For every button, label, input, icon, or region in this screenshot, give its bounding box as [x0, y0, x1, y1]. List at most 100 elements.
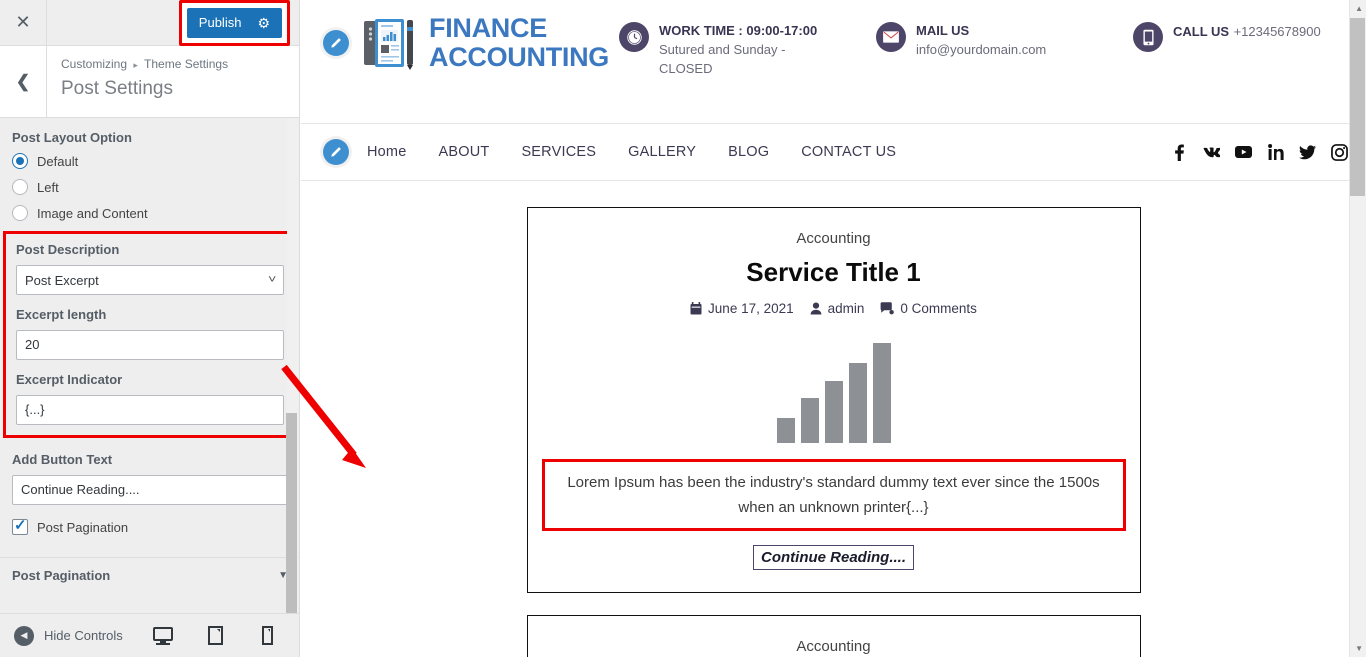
site-preview: FINANCE ACCOUNTING WORK TIME : 09:00-17:…	[301, 0, 1366, 657]
nav-item-gallery[interactable]: GALLERY	[628, 144, 696, 160]
breadcrumb-separator-icon: ▸	[133, 60, 138, 70]
nav-item-about[interactable]: ABOUT	[438, 144, 489, 160]
mail-us-info: MAIL US info@yourdomain.com	[876, 22, 1091, 78]
linkedin-icon[interactable]	[1267, 144, 1284, 161]
breadcrumb-root[interactable]: Customizing	[61, 57, 127, 71]
continue-reading-button[interactable]: Continue Reading....	[753, 545, 914, 570]
page-title: Post Settings	[61, 78, 173, 99]
post-author: admin	[810, 301, 864, 316]
checkbox-icon[interactable]	[12, 516, 28, 535]
excerpt-indicator-label: Excerpt Indicator	[16, 372, 123, 387]
customizer-sidebar: ✕ Publish ⚙ ❮ Customizing ▸ Theme Settin…	[0, 0, 300, 657]
radio-left-icon[interactable]	[12, 179, 28, 195]
excerpt-length-input[interactable]: 20	[16, 330, 284, 360]
call-us-info: CALL US +12345678900	[1133, 22, 1348, 78]
chart-bar	[800, 398, 819, 443]
work-time-info: WORK TIME : 09:00-17:00 Sutured and Sund…	[619, 22, 834, 78]
hide-controls-label: Hide Controls	[44, 628, 123, 643]
post-card: Accounting Service Title 2	[526, 615, 1141, 657]
radio-option-default[interactable]: Default	[12, 153, 288, 169]
add-button-text-field: Add Button Text Continue Reading....	[12, 452, 288, 505]
scroll-down-arrow-icon[interactable]: ▼	[1355, 644, 1363, 653]
header-info-group: WORK TIME : 09:00-17:00 Sutured and Sund…	[619, 22, 1348, 78]
post-meta: June 17, 2021 admin 0 Comments	[552, 301, 1116, 316]
post-title[interactable]: Service Title 1	[552, 256, 1116, 289]
twitter-icon[interactable]	[1299, 144, 1316, 161]
excerpt-length-field: Excerpt length 20	[16, 307, 284, 360]
device-preview-switcher	[150, 621, 280, 651]
sidebar-scrollbar-track[interactable]	[286, 118, 298, 657]
post-comments-label: 0 Comments	[900, 301, 977, 316]
user-icon	[810, 302, 822, 315]
nav-item-blog[interactable]: BLOG	[728, 144, 769, 160]
chart-bar	[824, 381, 843, 443]
breadcrumb-section[interactable]: Theme Settings	[144, 57, 228, 71]
site-navigation: Home ABOUT SERVICES GALLERY BLOG CONTACT…	[301, 124, 1366, 181]
radio-default-icon[interactable]	[12, 153, 28, 169]
post-category[interactable]: Accounting	[552, 636, 1116, 657]
brand-name: FINANCE ACCOUNTING	[429, 14, 609, 72]
preview-scrollbar-thumb[interactable]	[1350, 18, 1365, 196]
nav-links: Home ABOUT SERVICES GALLERY BLOG CONTACT…	[367, 144, 896, 160]
mail-icon	[876, 22, 906, 52]
radio-default-label: Default	[37, 153, 79, 169]
excerpt-indicator-input[interactable]: {...}	[16, 395, 284, 425]
post-layout-label: Post Layout Option	[12, 130, 132, 145]
radio-image-content-icon[interactable]	[12, 205, 28, 221]
post-description-field: Post Description Post Excerpt ˅	[16, 242, 284, 295]
back-button[interactable]: ❮	[0, 46, 47, 117]
excerpt-settings-highlight-box: Post Description Post Excerpt ˅ Excerpt …	[3, 231, 297, 438]
publish-button[interactable]: Publish ⚙	[186, 7, 282, 38]
comment-icon	[881, 302, 895, 315]
hide-controls-button[interactable]: ◀ Hide Controls	[14, 625, 123, 646]
facebook-icon[interactable]	[1171, 144, 1188, 161]
mail-us-sub[interactable]: info@yourdomain.com	[916, 42, 1046, 57]
call-us-sub[interactable]: +12345678900	[1234, 24, 1321, 39]
customizer-controls: Post Layout Option Default Left Image an…	[0, 118, 299, 613]
work-time-text: WORK TIME : 09:00-17:00 Sutured and Sund…	[659, 22, 834, 78]
call-us-text: CALL US +12345678900	[1173, 22, 1321, 78]
nav-item-home[interactable]: Home	[367, 144, 406, 160]
desktop-icon[interactable]	[150, 621, 176, 651]
post-pagination-accordion[interactable]: Post Pagination ▼	[0, 557, 299, 593]
add-button-text-label: Add Button Text	[12, 452, 113, 467]
chevron-down-icon: ˅	[267, 274, 276, 286]
work-time-title: WORK TIME : 09:00-17:00	[659, 23, 818, 38]
calendar-icon	[690, 302, 702, 315]
instagram-icon[interactable]	[1331, 143, 1348, 161]
brand-line-1: FINANCE	[429, 13, 547, 43]
breadcrumb: Customizing ▸ Theme Settings	[61, 56, 228, 74]
gear-icon[interactable]: ⚙	[257, 16, 270, 30]
collapse-icon: ◀	[14, 625, 34, 646]
preview-scrollbar-track[interactable]: ▲ ▼	[1349, 0, 1366, 657]
edit-pencil-icon[interactable]	[323, 139, 349, 165]
radio-option-image-and-content[interactable]: Image and Content	[12, 205, 288, 221]
close-icon[interactable]: ✕	[0, 0, 47, 45]
scroll-up-arrow-icon[interactable]: ▲	[1355, 4, 1363, 13]
nav-item-services[interactable]: SERVICES	[521, 144, 596, 160]
youtube-icon[interactable]	[1235, 144, 1252, 161]
edit-pencil-icon[interactable]	[323, 30, 349, 56]
post-category[interactable]: Accounting	[552, 228, 1116, 250]
nav-item-contact-us[interactable]: CONTACT US	[801, 144, 896, 160]
post-description-label: Post Description	[16, 242, 120, 257]
publish-button-label: Publish	[198, 15, 242, 30]
excerpt-indicator-field: Excerpt Indicator {...}	[16, 372, 284, 425]
radio-image-content-label: Image and Content	[37, 205, 148, 221]
site-content: Accounting Service Title 1 June 17, 2021…	[301, 181, 1366, 657]
post-description-select[interactable]: Post Excerpt ˅	[16, 265, 284, 295]
mobile-icon[interactable]	[254, 621, 280, 651]
radio-left-label: Left	[37, 179, 59, 195]
post-pagination-checkbox-row[interactable]: Post Pagination	[12, 516, 288, 535]
post-excerpt: Lorem Ipsum has been the industry's stan…	[567, 474, 1100, 516]
tablet-icon[interactable]	[202, 621, 228, 651]
call-us-title: CALL US	[1173, 24, 1230, 39]
vk-icon[interactable]	[1203, 144, 1220, 161]
excerpt-highlight-box: Lorem Ipsum has been the industry's stan…	[541, 459, 1126, 531]
chart-bar	[872, 343, 891, 443]
site-branding: FINANCE ACCOUNTING	[323, 14, 619, 72]
radio-option-left[interactable]: Left	[12, 179, 288, 195]
post-comments: 0 Comments	[880, 301, 977, 316]
post-card: Accounting Service Title 1 June 17, 2021…	[526, 207, 1141, 593]
add-button-text-input[interactable]: Continue Reading....	[12, 475, 288, 505]
